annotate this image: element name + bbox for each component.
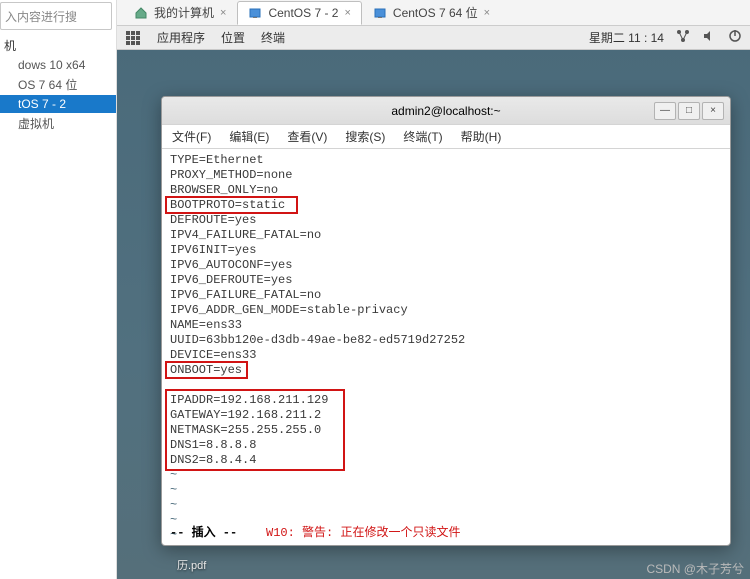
desktop-file-label[interactable]: 历.pdf [177,557,206,573]
config-line: IPV6_ADDR_GEN_MODE=stable-privacy [170,303,722,318]
power-icon[interactable] [728,29,742,46]
tab-label: 我的计算机 [154,4,214,21]
close-icon[interactable]: × [484,7,490,19]
config-line: NETMASK=255.255.255.0 [170,423,722,438]
sidebar-item[interactable]: tOS 7 - 2 [0,95,116,113]
close-icon[interactable]: × [220,7,226,19]
config-line: IPV6INIT=yes [170,243,722,258]
vim-tilde: ~ [170,468,722,483]
close-icon[interactable]: × [344,7,350,19]
config-line: IPV6_FAILURE_FATAL=no [170,288,722,303]
config-line: PROXY_METHOD=none [170,168,722,183]
gnome-top-bar: 应用程序 位置 终端 星期二 11 : 14 [117,26,750,50]
main-area: 我的计算机 × CentOS 7 - 2 × CentOS 7 64 位 × 应用程序 位… [117,0,750,579]
config-line: IPV6_AUTOCONF=yes [170,258,722,273]
config-line: DNS1=8.8.8.8 [170,438,722,453]
maximize-button[interactable]: □ [678,102,700,120]
gnome-menu-places[interactable]: 位置 [221,29,245,46]
host-sidebar: 入内容进行搜 机dows 10 x64OS 7 64 位tOS 7 - 2虚拟机 [0,0,117,579]
config-line: NAME=ens33 [170,318,722,333]
sidebar-item[interactable]: 机 [0,35,116,56]
config-line: IPV6_DEFROUTE=yes [170,273,722,288]
tab-label: CentOS 7 - 2 [268,6,338,20]
terminal-menu-item[interactable]: 帮助(H) [461,128,502,145]
config-line: DEFROUTE=yes [170,213,722,228]
watermark-label: CSDN @木子芳兮 [646,560,744,577]
home-icon [134,6,148,20]
close-button[interactable]: × [702,102,724,120]
gnome-menu-applications[interactable]: 应用程序 [157,29,205,46]
terminal-body[interactable]: TYPE=EthernetPROXY_METHOD=noneBROWSER_ON… [162,149,730,545]
vm-icon [248,6,262,20]
terminal-title: admin2@localhost:~ [391,104,500,118]
config-line: BROWSER_ONLY=no [170,183,722,198]
tab-label: CentOS 7 64 位 [393,4,478,21]
terminal-menu-item[interactable]: 文件(F) [172,128,211,145]
terminal-menubar: 文件(F) 编辑(E) 查看(V) 搜索(S) 终端(T) 帮助(H) [162,125,730,149]
config-line: GATEWAY=192.168.211.2 [170,408,722,423]
vim-warning-label: W10: 警告: 正在修改一个只读文件 [266,526,460,540]
config-line: IPADDR=192.168.211.129 [170,393,722,408]
vm-tab[interactable]: 我的计算机 × [123,0,237,26]
config-line: BOOTPROTO=static [170,198,722,213]
terminal-menu-item[interactable]: 查看(V) [287,128,327,145]
config-line: DNS2=8.8.4.4 [170,453,722,468]
minimize-button[interactable]: — [654,102,676,120]
config-line [170,378,722,393]
terminal-menu-item[interactable]: 编辑(E) [229,128,269,145]
terminal-menu-item[interactable]: 搜索(S) [345,128,385,145]
sidebar-item[interactable]: dows 10 x64 [0,56,116,74]
terminal-titlebar[interactable]: admin2@localhost:~ — □ × [162,97,730,125]
clock-label[interactable]: 星期二 11 : 14 [589,29,664,46]
sidebar-item[interactable]: 虚拟机 [0,113,116,134]
search-input[interactable]: 入内容进行搜 [0,2,112,30]
terminal-menu-item[interactable]: 终端(T) [403,128,442,145]
vm-icon [373,6,387,20]
config-line: DEVICE=ens33 [170,348,722,363]
sidebar-item[interactable]: OS 7 64 位 [0,74,116,95]
vim-mode-label: -- 插入 -- [170,526,237,540]
vim-tilde: ~ [170,498,722,513]
config-line: IPV4_FAILURE_FATAL=no [170,228,722,243]
config-line: ONBOOT=yes [170,363,722,378]
vm-tab[interactable]: CentOS 7 - 2 × [237,1,361,25]
terminal-window: admin2@localhost:~ — □ × 文件(F) 编辑(E) 查看(V)… [161,96,731,546]
vm-tab[interactable]: CentOS 7 64 位 × [362,0,501,26]
apps-grid-icon[interactable] [125,30,141,46]
volume-icon[interactable] [702,29,716,46]
vim-tilde: ~ [170,483,722,498]
network-icon[interactable] [676,29,690,46]
guest-desktop: 应用程序 位置 终端 星期二 11 : 14 admin2@localhost:… [117,26,750,579]
tab-bar: 我的计算机 × CentOS 7 - 2 × CentOS 7 64 位 × [117,0,750,26]
gnome-menu-terminal[interactable]: 终端 [261,29,285,46]
config-line: TYPE=Ethernet [170,153,722,168]
vm-tree: 机dows 10 x64OS 7 64 位tOS 7 - 2虚拟机 [0,33,116,136]
config-line: UUID=63bb120e-d3db-49ae-be82-ed5719d2725… [170,333,722,348]
